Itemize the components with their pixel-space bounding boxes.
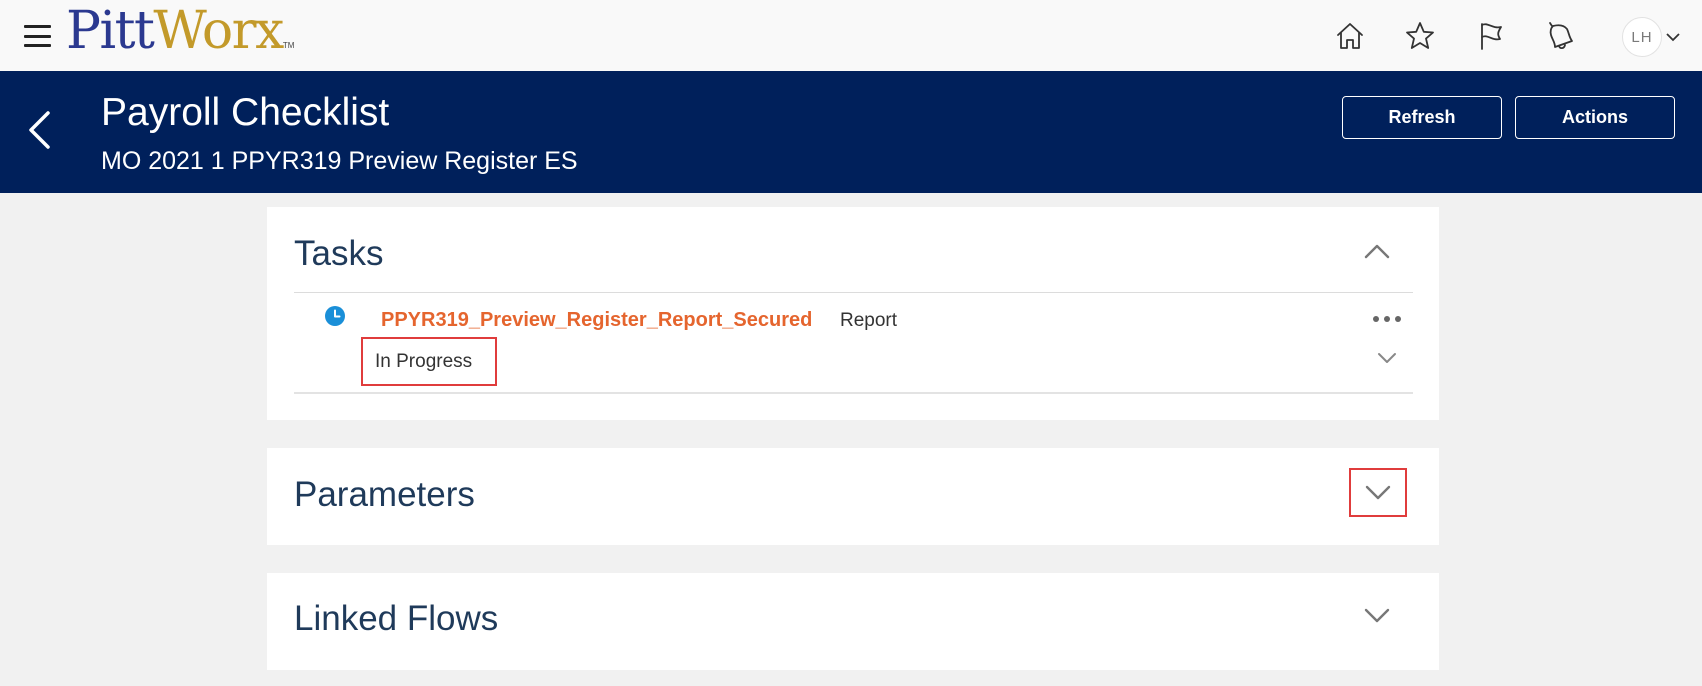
tasks-collapse-chevron-up-icon[interactable] — [1349, 228, 1405, 274]
page-header: Payroll Checklist MO 2021 1 PPYR319 Prev… — [0, 71, 1702, 193]
task-more-options-icon[interactable] — [1373, 314, 1401, 324]
task-name-link[interactable]: PPYR319_Preview_Register_Report_Secured — [381, 309, 812, 332]
flag-icon[interactable] — [1471, 16, 1511, 56]
avatar-initials: LH — [1631, 28, 1653, 46]
page-title: Payroll Checklist — [101, 91, 390, 134]
top-bar: PittWorxTM LH — [0, 0, 1702, 71]
tasks-panel: Tasks PPYR319_Preview_Register_Report_Se… — [267, 207, 1439, 420]
page-subtitle: MO 2021 1 PPYR319 Preview Register ES — [101, 147, 578, 175]
parameters-expand-chevron-down-icon[interactable] — [1349, 468, 1407, 517]
user-menu-chevron-down-icon[interactable] — [1664, 28, 1682, 46]
back-arrow-icon[interactable] — [22, 107, 56, 153]
parameters-section-title: Parameters — [294, 475, 475, 514]
linked-flows-panel: Linked Flows — [267, 573, 1439, 670]
home-icon[interactable] — [1330, 16, 1370, 56]
refresh-button[interactable]: Refresh — [1342, 96, 1502, 139]
task-expand-chevron-down-icon[interactable] — [1376, 351, 1398, 365]
linked-flows-section-title: Linked Flows — [294, 599, 499, 638]
pittworx-logo[interactable]: PittWorxTM — [66, 0, 294, 62]
task-type: Report — [840, 310, 898, 331]
in-progress-clock-icon — [325, 306, 345, 326]
menu-icon[interactable] — [24, 25, 51, 47]
favorites-star-icon[interactable] — [1400, 16, 1440, 56]
parameters-panel: Parameters — [267, 448, 1439, 545]
task-row: PPYR319_Preview_Register_Report_Secured … — [294, 287, 1413, 394]
task-status: In Progress — [361, 337, 497, 386]
user-avatar[interactable]: LH — [1622, 17, 1662, 57]
task-row-divider — [294, 392, 1413, 394]
notifications-bell-icon[interactable] — [1541, 16, 1581, 56]
task-status-label: In Progress — [375, 350, 473, 372]
linked-flows-expand-chevron-down-icon[interactable] — [1349, 593, 1405, 639]
actions-button[interactable]: Actions — [1515, 96, 1675, 139]
tasks-section-title: Tasks — [294, 234, 384, 273]
